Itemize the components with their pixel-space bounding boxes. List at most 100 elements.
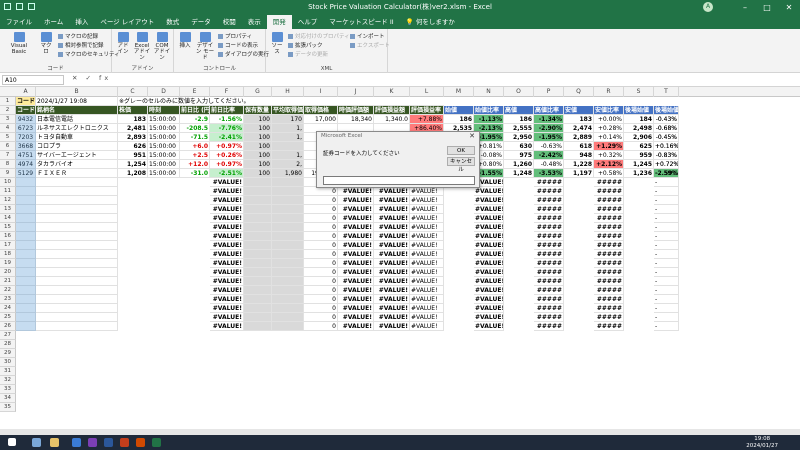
tab-help[interactable]: ヘルプ [292,15,324,29]
cell-t16[interactable]: - [654,232,679,241]
cell-l18[interactable]: #VALUE! [410,250,444,259]
cell-n11[interactable]: #VALUE! [474,187,504,196]
xml-source-button[interactable]: ソース [269,32,285,55]
cell-t6[interactable]: +0.16% [654,142,679,151]
cell-g5[interactable]: 100 [244,133,272,142]
cell-t4[interactable]: -0.68% [654,124,679,133]
cancel-button[interactable]: キャンセル [447,157,475,173]
cell-n14[interactable]: #VALUE! [474,214,504,223]
cell-o9[interactable]: 1,248 [504,169,534,178]
cell-d7[interactable]: 15:00:00 [148,151,180,160]
cell-b10[interactable] [36,178,118,187]
row-header-1[interactable]: 1 [0,97,16,106]
cell-p7[interactable]: -2.42% [534,151,564,160]
row-header-18[interactable]: 18 [0,250,16,259]
cell-i26[interactable]: 0 [304,322,338,331]
column-header-q[interactable]: Q [564,87,594,97]
cell-t26[interactable]: - [654,322,679,331]
row-header-27[interactable]: 27 [0,331,16,340]
cell-j16[interactable]: #VALUE! [338,232,374,241]
cell-p3[interactable]: -1.34% [534,115,564,124]
cell-o8[interactable]: 1,260 [504,160,534,169]
cell-f15[interactable]: #VALUE! [210,223,244,232]
column-header-f[interactable]: F [210,87,244,97]
cell-h10[interactable] [272,178,304,187]
cell-f2[interactable]: 前日比率 [210,106,244,115]
column-header-b[interactable]: B [36,87,118,97]
cell-j2[interactable]: 時価評価額 [338,106,374,115]
column-header-e[interactable]: E [180,87,210,97]
cell-r25[interactable]: ##### [594,313,624,322]
cell-h16[interactable] [272,232,304,241]
cell-g4[interactable]: 100 [244,124,272,133]
cell-l21[interactable]: #VALUE! [410,277,444,286]
cell-j20[interactable]: #VALUE! [338,268,374,277]
cell-d8[interactable]: 15:00:00 [148,160,180,169]
cell-f19[interactable]: #VALUE! [210,259,244,268]
cell-h14[interactable] [272,214,304,223]
cell-i15[interactable]: 0 [304,223,338,232]
cell-b20[interactable] [36,268,118,277]
cell-c7[interactable]: 951 [118,151,148,160]
cell-q5[interactable]: 2,889 [564,133,594,142]
tab-home[interactable]: ホーム [38,15,69,29]
cell-a2[interactable]: コード [16,106,36,115]
map-properties-button[interactable]: 対応付けのプロパティ [288,32,350,40]
cell-h11[interactable] [272,187,304,196]
cell-i12[interactable]: 0 [304,196,338,205]
insert-control-button[interactable]: 挿入 [177,32,193,49]
cell-h26[interactable] [272,322,304,331]
cell-h20[interactable] [272,268,304,277]
addin-button[interactable]: アド イン [115,32,131,55]
cell-r8[interactable]: +2.12% [594,160,624,169]
cell-p9[interactable]: -3.53% [534,169,564,178]
cell-o7[interactable]: 975 [504,151,534,160]
row-header-6[interactable]: 6 [0,142,16,151]
cell-b8[interactable]: タカラバイオ [36,160,118,169]
cell-l13[interactable]: #VALUE! [410,205,444,214]
cell-k14[interactable]: #VALUE! [374,214,410,223]
cell-r15[interactable]: ##### [594,223,624,232]
cell-s4[interactable]: 2,498 [624,124,654,133]
view-code-button[interactable]: コードの表示 [218,41,258,49]
column-header-s[interactable]: S [624,87,654,97]
cell-o4[interactable]: 2,555 [504,124,534,133]
cell-s8[interactable]: 1,245 [624,160,654,169]
cell-e9[interactable]: -31.0 [180,169,210,178]
cell-d5[interactable]: 15:00:00 [148,133,180,142]
column-header-g[interactable]: G [244,87,272,97]
cell-t9[interactable]: -2.59% [654,169,679,178]
cell-q6[interactable]: 618 [564,142,594,151]
cell-c4[interactable]: 2,481 [118,124,148,133]
cell-l25[interactable]: #VALUE! [410,313,444,322]
cell-b17[interactable] [36,241,118,250]
cell-h12[interactable] [272,196,304,205]
cell-n13[interactable]: #VALUE! [474,205,504,214]
row-header-10[interactable]: 10 [0,178,16,187]
cell-h5[interactable]: 1, [272,133,304,142]
cell-p23[interactable]: ##### [534,295,564,304]
row-header-8[interactable]: 8 [0,160,16,169]
cell-c5[interactable]: 2,893 [118,133,148,142]
cell-t8[interactable]: +0.72% [654,160,679,169]
cell-i24[interactable]: 0 [304,304,338,313]
cell-h15[interactable] [272,223,304,232]
cell-o5[interactable]: 2,950 [504,133,534,142]
cell-h24[interactable] [272,304,304,313]
cell-j13[interactable]: #VALUE! [338,205,374,214]
cell-r7[interactable]: +0.32% [594,151,624,160]
cell-s7[interactable]: 959 [624,151,654,160]
cell-k12[interactable]: #VALUE! [374,196,410,205]
cell-m3[interactable]: 186 [444,115,474,124]
row-header-23[interactable]: 23 [0,295,16,304]
cell-p4[interactable]: -2.90% [534,124,564,133]
cell-l19[interactable]: #VALUE! [410,259,444,268]
cell-l17[interactable]: #VALUE! [410,241,444,250]
cell-t23[interactable]: - [654,295,679,304]
cell-t19[interactable]: - [654,259,679,268]
cell-p26[interactable]: ##### [534,322,564,331]
cell-j26[interactable]: #VALUE! [338,322,374,331]
row-header-16[interactable]: 16 [0,232,16,241]
cell-p20[interactable]: ##### [534,268,564,277]
minimize-button[interactable]: – [734,0,756,15]
